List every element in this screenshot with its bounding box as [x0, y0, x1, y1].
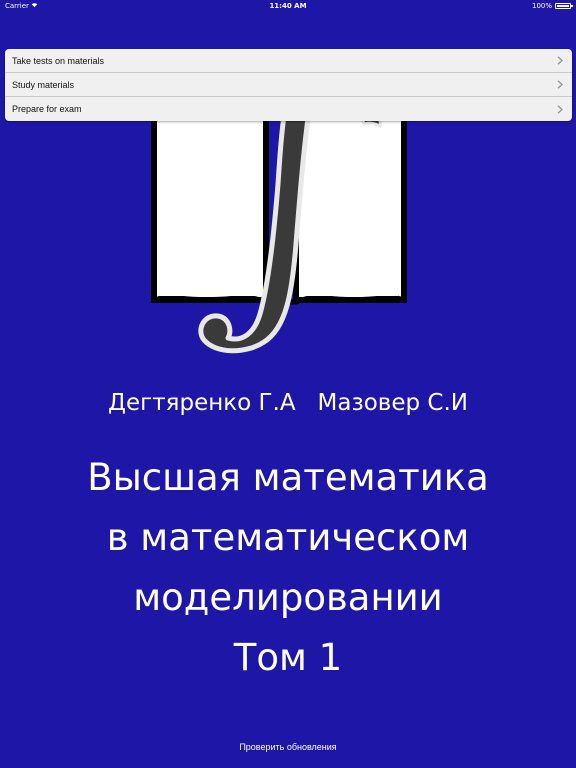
battery-icon [555, 3, 573, 9]
main-menu: Take tests on materials Study materials … [5, 49, 572, 121]
status-time: 11:40 AM [269, 2, 307, 10]
book-title-line: в математическом [106, 516, 470, 559]
chevron-right-icon [556, 104, 564, 114]
volume-label: Том 1 [233, 636, 343, 679]
chevron-right-icon [556, 56, 564, 66]
authors: Дегтяренко Г.А Мазовер С.И [108, 390, 468, 416]
book-title-line: моделировании [133, 576, 443, 619]
book-title: Высшая математика в математическом модел… [0, 448, 576, 688]
battery-group: 100% [531, 2, 573, 10]
check-updates-link[interactable]: Проверить обновления [0, 742, 576, 752]
book-title-line: Высшая математика [87, 456, 489, 499]
menu-item-take-tests[interactable]: Take tests on materials [5, 49, 572, 73]
menu-item-label: Prepare for exam [12, 104, 82, 114]
book-integral-icon [150, 101, 412, 364]
menu-item-study-materials[interactable]: Study materials [5, 73, 572, 97]
battery-percent: 100% [531, 2, 552, 10]
menu-item-label: Take tests on materials [12, 55, 105, 66]
menu-item-label: Study materials [12, 79, 75, 90]
chevron-right-icon [556, 80, 564, 90]
menu-item-prepare-exam[interactable]: Prepare for exam [5, 97, 572, 121]
status-bar: Carrier 11:40 AM 100% [0, 0, 576, 12]
